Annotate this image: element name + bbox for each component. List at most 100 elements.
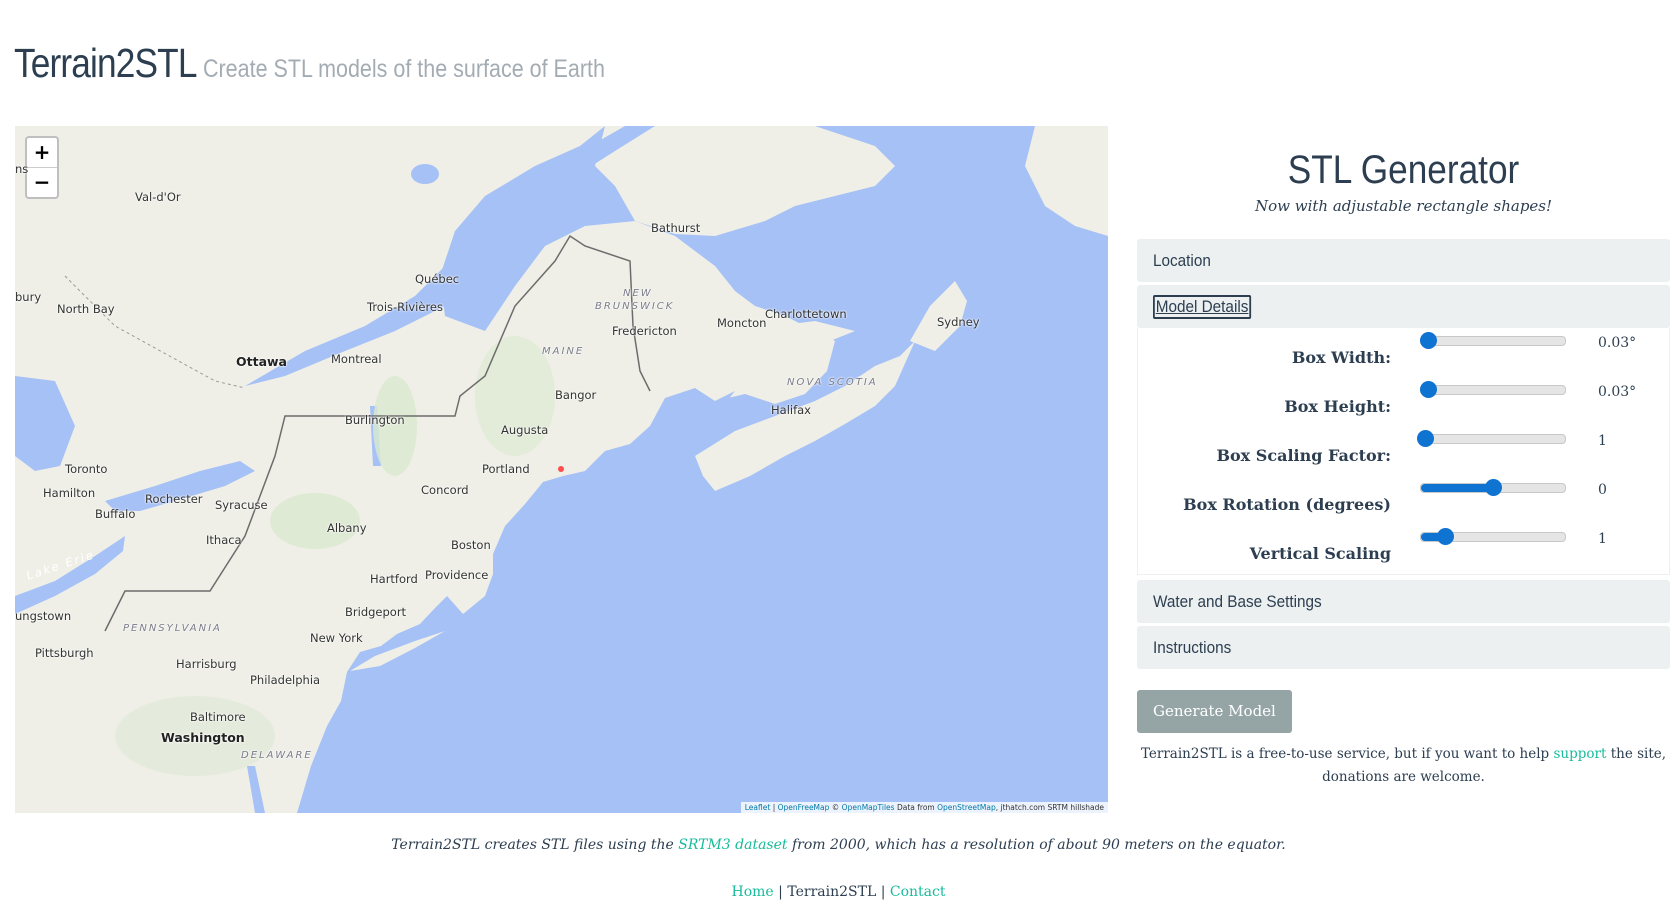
section-instructions-header[interactable]: Instructions [1137, 626, 1670, 669]
slider-thumb[interactable] [1420, 381, 1438, 398]
map-label: Montreal [331, 352, 382, 366]
openfreemap-link[interactable]: OpenFreeMap [778, 803, 830, 812]
zoom-out-button[interactable]: − [27, 168, 57, 197]
footer-current: Terrain2STL [787, 884, 877, 900]
map-label: Toronto [65, 462, 108, 476]
setting-value: 1 [1598, 433, 1607, 449]
setting-label: Box Rotation (degrees) [1183, 495, 1391, 514]
attrib-datafrom: Data from [894, 803, 938, 812]
model-details-body: Box Width: 0.03° Box Height: 0.03° Box Scali… [1137, 328, 1670, 575]
attrib-tail: , jthatch.com SRTM hillshade [995, 803, 1104, 812]
map-label: Harrisburg [176, 657, 237, 671]
setting-row: Box Width: 0.03° [1138, 332, 1671, 381]
section-model-details-label: Model Details [1153, 295, 1252, 319]
map-label: ungstown [15, 609, 72, 623]
map-label: NEW [623, 288, 653, 299]
map-basemap[interactable] [15, 126, 1108, 813]
map-label: ns [15, 162, 29, 176]
footer-nav: Home | Terrain2STL | Contact [0, 884, 1677, 900]
setting-slider[interactable] [1420, 528, 1566, 545]
map-label: Val-d'Or [135, 190, 181, 204]
map-label: Burlington [345, 413, 405, 427]
section-location-header[interactable]: Location [1137, 239, 1670, 282]
slider-fill [1421, 484, 1493, 492]
panel-subtitle: Now with adjustable rectangle shapes! [1254, 197, 1553, 215]
map-label: Bathurst [651, 221, 701, 235]
map-label: Pittsburgh [35, 646, 94, 660]
map-label: MAINE [542, 346, 585, 357]
footer-home-link[interactable]: Home [732, 884, 774, 900]
lake-quebec-2 [542, 181, 558, 191]
map-label: Augusta [501, 423, 549, 437]
map-label: Philadelphia [250, 673, 321, 687]
lake-quebec-1 [411, 164, 439, 184]
land-newfoundland [1025, 126, 1108, 236]
slider-thumb[interactable] [1485, 479, 1502, 496]
setting-label: Box Width: [1291, 348, 1391, 367]
slider-thumb[interactable] [1420, 332, 1438, 349]
map-label: Portland [482, 462, 530, 476]
footer-sep: | [876, 884, 890, 900]
dataset-note-pre: Terrain2STL creates STL files using the [391, 837, 679, 853]
setting-label: Vertical Scaling [1249, 544, 1391, 563]
dataset-note-post: from 2000, which has a resolution of abo… [787, 837, 1286, 853]
openmaptiles-link[interactable]: OpenMapTiles [842, 803, 895, 812]
page-header: Terrain2STL Create STL models of the sur… [14, 40, 671, 87]
footer-contact-link[interactable]: Contact [890, 884, 946, 900]
map-label: Bangor [555, 388, 597, 402]
setting-slider[interactable] [1420, 332, 1566, 349]
map-label: North Bay [57, 302, 115, 316]
map-label: NOVA SCOTIA [787, 377, 878, 388]
dataset-note: Terrain2STL creates STL files using the … [0, 837, 1677, 853]
section-instructions-label: Instructions [1153, 638, 1232, 657]
map-label: PENNSYLVANIA [123, 623, 222, 634]
slider-thumb[interactable] [1417, 430, 1435, 447]
map-label: Washington [161, 730, 245, 745]
map-label: DELAWARE [241, 750, 313, 761]
map-label: Moncton [717, 316, 767, 330]
map-label: New York [310, 631, 363, 645]
map-view[interactable]: + − Val-d'Or Bathurst Québec bury North Bay T… [15, 126, 1108, 813]
setting-row: Box Scaling Factor: 1 [1138, 430, 1671, 479]
panel-title: STL Generator [1287, 148, 1520, 192]
section-model-details-header[interactable]: Model Details [1137, 285, 1670, 328]
generate-model-button[interactable]: Generate Model [1137, 690, 1292, 733]
map-label: bury [15, 290, 42, 304]
setting-value: 0 [1598, 482, 1607, 498]
setting-slider[interactable] [1417, 430, 1566, 447]
section-water-header[interactable]: Water and Base Settings [1137, 580, 1670, 623]
leaflet-link[interactable]: Leaflet [745, 803, 771, 812]
zoom-in-button[interactable]: + [27, 138, 57, 168]
brand-tagline: Create STL models of the surface of Eart… [203, 55, 606, 83]
map-label: Bridgeport [345, 605, 407, 619]
map-label: Québec [415, 272, 460, 286]
brand-title: Terrain2STL [14, 40, 197, 86]
map-label: Fredericton [612, 324, 677, 338]
map-label: Sydney [937, 315, 980, 329]
setting-value: 0.03° [1598, 384, 1637, 400]
map-label: Halifax [771, 403, 811, 417]
map-label: Rochester [145, 492, 203, 506]
map-label: Hartford [370, 572, 418, 586]
map-label: Charlottetown [765, 307, 847, 321]
map-label: Baltimore [190, 710, 246, 724]
donate-text: Terrain2STL is a free-to-use service, bu… [1137, 743, 1670, 789]
map-label: Ottawa [236, 354, 287, 369]
setting-slider[interactable] [1420, 381, 1566, 398]
attrib-copy: © [829, 803, 842, 812]
section-location-label: Location [1153, 251, 1211, 270]
setting-row: Vertical Scaling 1 [1138, 528, 1671, 577]
donate-pre: Terrain2STL is a free-to-use service, bu… [1140, 746, 1554, 762]
generator-panel: STL Generator Now with adjustable rectan… [1137, 126, 1670, 789]
setting-value: 1 [1598, 531, 1607, 547]
setting-slider[interactable] [1420, 479, 1566, 496]
map-label: Albany [327, 521, 367, 535]
srtm3-link[interactable]: SRTM3 dataset [678, 837, 787, 853]
section-water-label: Water and Base Settings [1153, 592, 1322, 611]
support-link[interactable]: support [1553, 746, 1606, 762]
footer-sep: | [773, 884, 788, 900]
map-label: Buffalo [95, 507, 136, 521]
slider-thumb[interactable] [1437, 528, 1455, 545]
osm-link[interactable]: OpenStreetMap [937, 803, 996, 812]
map-label: Boston [451, 538, 491, 552]
